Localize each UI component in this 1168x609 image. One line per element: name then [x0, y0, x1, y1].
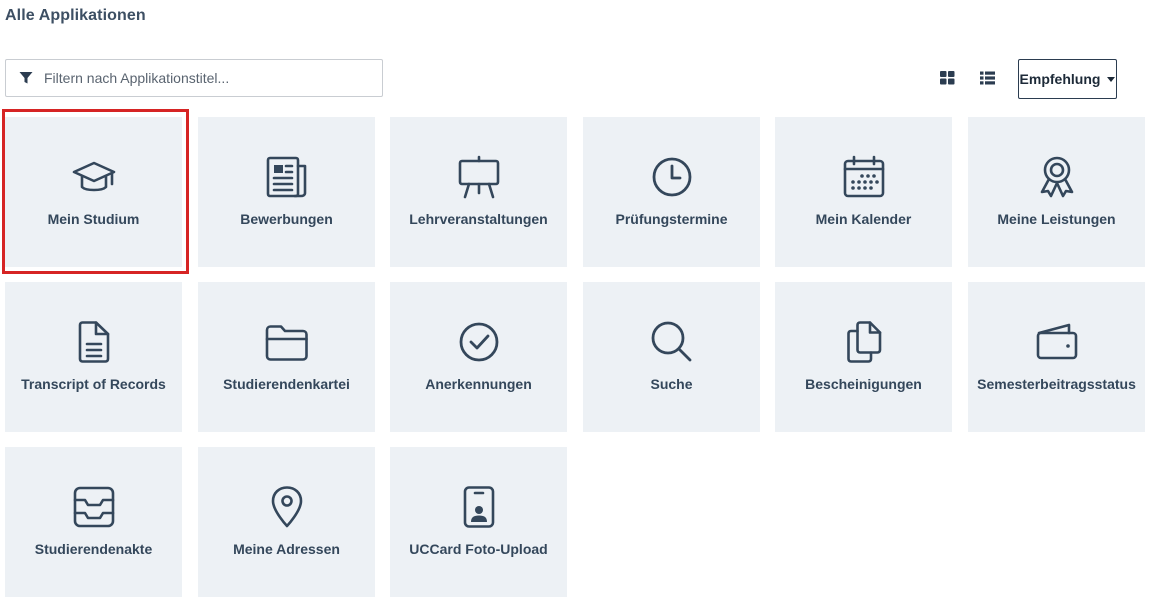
document-icon — [72, 320, 116, 364]
wallet-icon — [1035, 320, 1079, 364]
tile-uccard-foto-upload[interactable]: UCCard Foto-Upload — [390, 447, 567, 597]
id-card-icon — [457, 485, 501, 529]
tile-meine-adressen[interactable]: Meine Adressen — [198, 447, 375, 597]
check-circle-icon — [457, 320, 501, 364]
tile-bewerbungen[interactable]: Bewerbungen — [198, 117, 375, 267]
tile-studierendenakte[interactable]: Studierendenakte — [5, 447, 182, 597]
newspaper-icon — [265, 155, 309, 199]
tile-label: Studierendenkartei — [223, 376, 350, 392]
tile-meine-leistungen[interactable]: Meine Leistungen — [968, 117, 1145, 267]
clock-icon — [650, 155, 694, 199]
tile-label: UCCard Foto-Upload — [409, 541, 548, 557]
tile-label: Bescheinigungen — [805, 376, 922, 392]
sort-dropdown[interactable]: Empfehlung — [1018, 59, 1117, 99]
inbox-icon — [72, 485, 116, 529]
graduation-cap-icon — [72, 155, 116, 199]
tile-mein-studium[interactable]: Mein Studium — [5, 117, 182, 267]
list-view-button[interactable] — [979, 70, 995, 86]
filter-box[interactable] — [5, 59, 383, 97]
grid-view-button[interactable] — [939, 70, 955, 86]
tile-mein-kalender[interactable]: Mein Kalender — [775, 117, 952, 267]
applications-page: Alle Applikationen Filtern nach Applikat… — [0, 0, 1168, 609]
list-view-icon — [979, 71, 995, 85]
tile-semesterbeitragsstatus[interactable]: Semesterbeitragsstatus — [968, 282, 1145, 432]
tile-studierendenkartei[interactable]: Studierendenkartei — [198, 282, 375, 432]
tile-label: Studierendenakte — [34, 541, 153, 557]
tile-label: Mein Kalender — [815, 211, 912, 227]
tile-suche[interactable]: Suche — [583, 282, 760, 432]
caret-down-icon — [1107, 77, 1116, 82]
grid-view-icon — [939, 71, 955, 85]
tile-label: Lehrveranstaltungen — [409, 211, 548, 227]
tile-label: Mein Studium — [47, 211, 140, 227]
award-icon — [1035, 155, 1079, 199]
copy-files-icon — [842, 320, 886, 364]
tile-transcript-of-records[interactable]: Transcript of Records — [5, 282, 182, 432]
tile-label: Bewerbungen — [240, 211, 333, 227]
filter-icon — [19, 71, 33, 85]
filter-input[interactable] — [44, 70, 364, 86]
tile-label: Meine Adressen — [233, 541, 340, 557]
tile-label: Semesterbeitragsstatus — [977, 376, 1136, 392]
tile-label: Anerkennungen — [425, 376, 532, 392]
sort-label: Empfehlung — [1019, 71, 1101, 87]
tile-label: Meine Leistungen — [997, 211, 1116, 227]
tile-anerkennungen[interactable]: Anerkennungen — [390, 282, 567, 432]
map-pin-icon — [265, 485, 309, 529]
tile-pruefungstermine[interactable]: Prüfungstermine — [583, 117, 760, 267]
easel-icon — [457, 155, 501, 199]
calendar-icon — [842, 155, 886, 199]
tile-bescheinigungen[interactable]: Bescheinigungen — [775, 282, 952, 432]
tile-lehrveranstaltungen[interactable]: Lehrveranstaltungen — [390, 117, 567, 267]
tile-label: Prüfungstermine — [615, 211, 728, 227]
folder-icon — [265, 320, 309, 364]
search-icon — [650, 320, 694, 364]
tile-label: Suche — [650, 376, 693, 392]
tile-label: Transcript of Records — [21, 376, 166, 392]
page-title: Alle Applikationen — [5, 7, 146, 24]
